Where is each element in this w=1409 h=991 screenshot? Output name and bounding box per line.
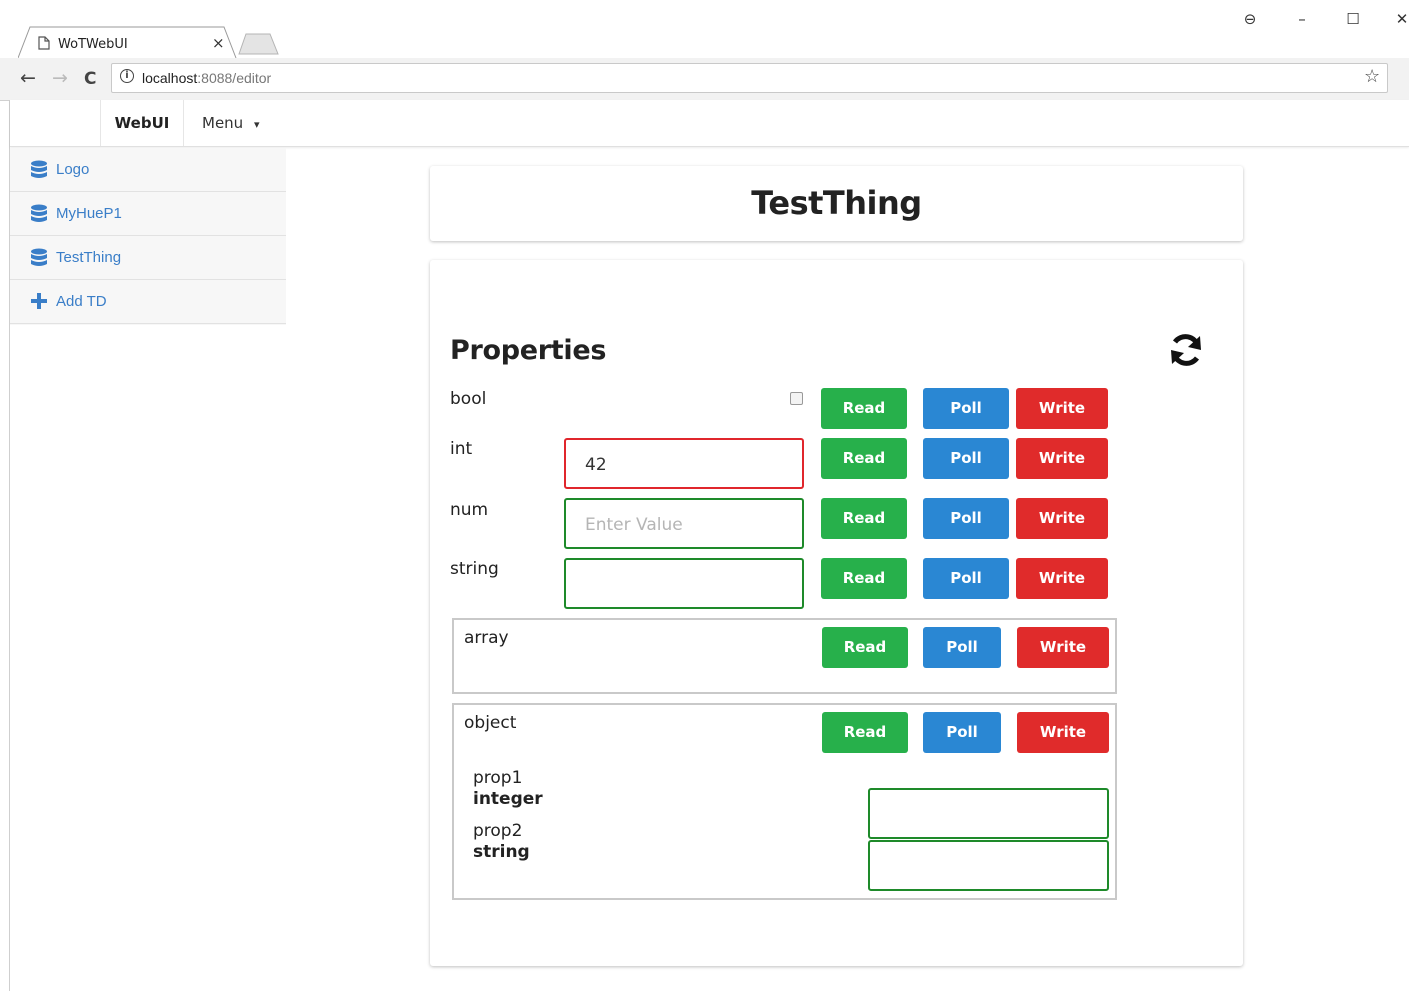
read-button[interactable]: Read xyxy=(822,627,908,668)
tab-close-icon[interactable]: × xyxy=(212,34,225,52)
profile-icon[interactable]: ⊖ xyxy=(1238,10,1262,28)
prop1-type: integer xyxy=(473,789,543,809)
database-icon xyxy=(30,204,48,229)
maximize-icon[interactable]: ☐ xyxy=(1341,10,1365,28)
bool-checkbox[interactable] xyxy=(790,392,803,405)
tab-title: WoTWebUI xyxy=(58,37,128,52)
sidebar-item-label: TestThing xyxy=(56,249,122,266)
write-button[interactable]: Write xyxy=(1017,627,1109,668)
minimize-icon[interactable]: – xyxy=(1290,10,1314,28)
write-button[interactable]: Write xyxy=(1016,388,1108,429)
prop1-input[interactable] xyxy=(868,788,1109,839)
sidebar-item-logo[interactable]: Logo xyxy=(10,148,286,192)
write-button[interactable]: Write xyxy=(1016,498,1108,539)
sidebar-item-label: Logo xyxy=(56,161,90,178)
url-text[interactable]: localhost:8088/editor xyxy=(142,70,271,86)
prop2-name: prop2 xyxy=(473,821,523,841)
read-button[interactable]: Read xyxy=(821,498,907,539)
poll-button[interactable]: Poll xyxy=(923,438,1009,479)
read-button[interactable]: Read xyxy=(821,388,907,429)
refresh-icon[interactable] xyxy=(1166,330,1206,375)
url-host: localhost xyxy=(142,70,198,86)
read-button[interactable]: Read xyxy=(822,712,908,753)
database-icon xyxy=(30,248,48,273)
prop-label-object: object xyxy=(464,713,517,733)
database-icon xyxy=(30,160,48,185)
url-path: :8088/editor xyxy=(197,70,272,86)
write-button[interactable]: Write xyxy=(1017,712,1109,753)
sidebar-item-testthing[interactable]: TestThing xyxy=(10,236,286,280)
prop-label-array: array xyxy=(464,628,509,648)
read-button[interactable]: Read xyxy=(821,558,907,599)
poll-button[interactable]: Poll xyxy=(923,558,1009,599)
string-input[interactable] xyxy=(564,558,804,609)
poll-button[interactable]: Poll xyxy=(923,388,1009,429)
poll-button[interactable]: Poll xyxy=(923,627,1001,668)
section-title: Properties xyxy=(450,335,607,366)
prop2-input[interactable] xyxy=(868,840,1109,891)
prop1-name: prop1 xyxy=(473,768,523,788)
brand-link[interactable]: WebUI xyxy=(100,100,184,146)
sidebar-item-label: Add TD xyxy=(56,293,107,310)
url-input[interactable] xyxy=(111,63,1388,93)
prop-label-int: int xyxy=(450,439,473,459)
thing-title: TestThing xyxy=(751,184,922,222)
int-input[interactable]: 42 xyxy=(564,438,804,489)
poll-button[interactable]: Poll xyxy=(923,498,1009,539)
sidebar-item-label: MyHueP1 xyxy=(56,205,122,222)
num-input-placeholder: Enter Value xyxy=(585,515,683,535)
poll-button[interactable]: Poll xyxy=(923,712,1001,753)
page-icon xyxy=(38,36,50,55)
reload-icon[interactable]: C xyxy=(84,69,96,89)
menu-dropdown[interactable]: Menu ▾ xyxy=(202,114,260,132)
back-icon[interactable]: ← xyxy=(20,67,36,89)
num-input[interactable]: Enter Value xyxy=(564,498,804,549)
sidebar-item-add-td[interactable]: Add TD xyxy=(10,280,286,324)
new-tab-button[interactable] xyxy=(238,33,280,60)
prop-label-string: string xyxy=(450,559,499,579)
write-button[interactable]: Write xyxy=(1016,438,1108,479)
menu-label: Menu xyxy=(202,114,244,132)
prop-label-bool: bool xyxy=(450,389,487,409)
close-window-icon[interactable]: ✕ xyxy=(1390,10,1409,28)
bookmark-star-icon[interactable]: ☆ xyxy=(1364,66,1380,87)
caret-down-icon: ▾ xyxy=(253,118,260,131)
prop-label-num: num xyxy=(450,500,489,520)
plus-icon xyxy=(30,292,48,315)
read-button[interactable]: Read xyxy=(821,438,907,479)
info-icon[interactable]: i xyxy=(120,69,134,83)
prop2-type: string xyxy=(473,842,530,862)
write-button[interactable]: Write xyxy=(1016,558,1108,599)
forward-icon[interactable]: → xyxy=(52,67,68,89)
sidebar-item-myhuep1[interactable]: MyHueP1 xyxy=(10,192,286,236)
int-input-value: 42 xyxy=(585,455,607,475)
